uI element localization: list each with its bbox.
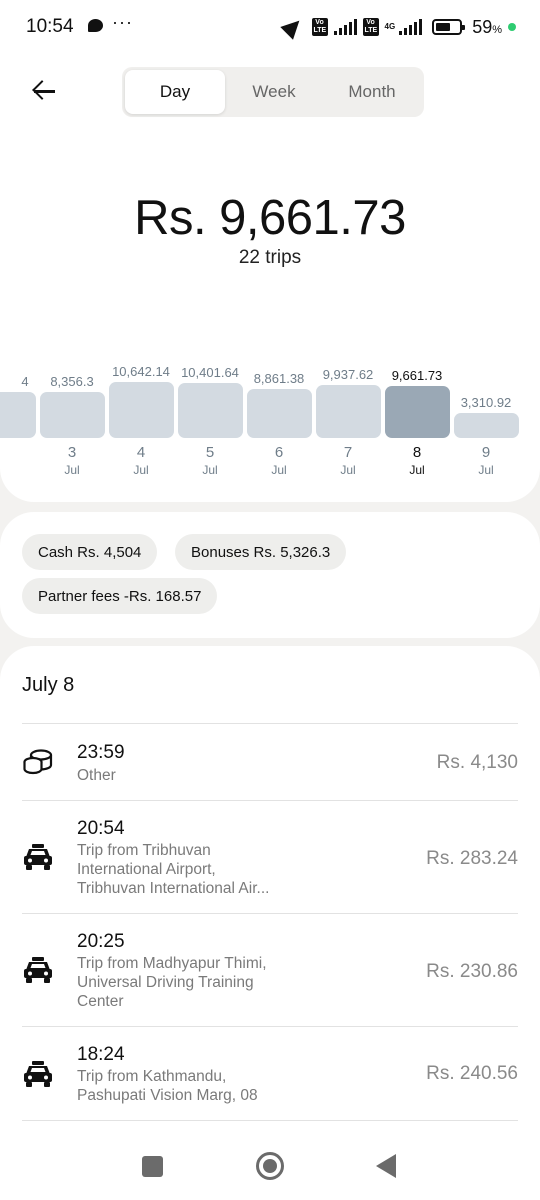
system-nav-bar xyxy=(0,1146,540,1200)
volte-icon: Vo LTE xyxy=(311,18,328,36)
item-desc-line: Other xyxy=(77,767,116,784)
item-desc-line: Tribhuvan International Air... xyxy=(77,880,270,897)
status-indicators: Vo LTE Vo LTE 4G 59% xyxy=(279,14,516,40)
chart-day-label: 5 xyxy=(205,444,215,461)
car-icon xyxy=(24,957,52,983)
breakdown-card: Cash Rs. 4,504 Bonuses Rs. 5,326.3 Partn… xyxy=(0,512,540,638)
tab-month[interactable]: Month xyxy=(323,70,421,114)
item-description: Trip from Madhyapur Thimi, Universal Dri… xyxy=(77,954,337,1011)
chart-month-label: Jul xyxy=(133,463,149,477)
earnings-summary-card: Day Week Month Rs. 9,661.73 22 trips 4 8,… xyxy=(0,54,540,502)
item-time: 23:59 xyxy=(77,742,125,763)
item-desc-line: Trip from Tribhuvan xyxy=(77,842,211,859)
chart-day-label: 4 xyxy=(136,444,146,461)
item-desc-line: Pashupati Vision Marg, 08 xyxy=(77,1087,258,1104)
tab-day[interactable]: Day xyxy=(125,70,225,114)
item-desc-line: Trip from Kathmandu, xyxy=(77,1068,227,1085)
item-time: 20:25 xyxy=(77,931,125,952)
transactions-card: July 8 23:59 Other Rs. 4,130 20:54 Trip … xyxy=(0,646,540,1146)
chip-partner-fees[interactable]: Partner fees -Rs. 168.57 xyxy=(22,578,218,614)
privacy-indicator-dot xyxy=(508,23,516,31)
item-description: Other xyxy=(77,766,337,785)
back-triangle-icon[interactable] xyxy=(376,1154,396,1178)
network-type: 4G xyxy=(384,22,396,31)
home-circle-icon[interactable] xyxy=(256,1152,284,1180)
item-amount: Rs. 283.24 xyxy=(426,848,518,869)
location-arrow-icon xyxy=(279,14,306,40)
chart-day-label: 9 xyxy=(481,444,491,461)
item-time: 18:24 xyxy=(77,1044,125,1065)
total-earnings: Rs. 9,661.73 xyxy=(134,191,406,245)
chart-bar[interactable] xyxy=(453,412,519,438)
chart-bar[interactable] xyxy=(315,384,381,438)
chart-bar[interactable] xyxy=(39,391,105,438)
item-desc-line: Universal Driving Training xyxy=(77,974,254,991)
chart-bar[interactable] xyxy=(0,391,36,438)
chart-bar-value: 3,310.92 xyxy=(460,394,512,410)
chat-bubble-icon xyxy=(88,19,103,32)
chart-month-label: Jul xyxy=(478,463,494,477)
chart-bar[interactable] xyxy=(177,383,243,438)
item-description: Trip from Kathmandu, Pashupati Vision Ma… xyxy=(77,1067,337,1105)
item-desc-line: Trip from Madhyapur Thimi, xyxy=(77,955,267,972)
chart-month-label: Jul xyxy=(64,463,80,477)
battery-icon xyxy=(432,19,466,35)
chart-month-label: Jul xyxy=(271,463,287,477)
item-amount: Rs. 240.56 xyxy=(426,1063,518,1084)
tab-week[interactable]: Week xyxy=(225,70,323,114)
chart-bar-value: 9,661.73 xyxy=(391,368,443,384)
battery-percent: 59% xyxy=(472,16,502,37)
more-notifications-icon: ··· xyxy=(112,12,133,32)
trip-count: 22 trips xyxy=(238,247,302,268)
status-time: 10:54 xyxy=(26,16,74,37)
arrow-left-head xyxy=(32,80,52,100)
chart-day-label: 3 xyxy=(67,444,77,461)
signal-bars-icon-2 xyxy=(399,19,423,35)
car-icon xyxy=(24,1061,52,1087)
chart-month-label: Jul xyxy=(409,463,425,477)
item-description: Trip from Tribhuvan International Airpor… xyxy=(77,841,337,898)
chip-bonuses[interactable]: Bonuses Rs. 5,326.3 xyxy=(175,534,347,570)
daily-earnings-chart: 4 8,356.3 3 Jul 10,642.14 4 Jul 10,401.64 5 Jul 8,… xyxy=(0,360,540,490)
list-item[interactable]: 23:59 Other Rs. 4,130 xyxy=(0,724,540,800)
item-amount: Rs. 4,130 xyxy=(436,752,518,773)
item-desc-line: International Airport, xyxy=(77,861,216,878)
coins-icon xyxy=(23,749,53,775)
chart-month-label: Jul xyxy=(202,463,218,477)
period-tabs: Day Week Month xyxy=(122,67,424,117)
list-item[interactable]: 20:54 Trip from Tribhuvan International … xyxy=(0,801,540,913)
recents-square-icon[interactable] xyxy=(142,1156,163,1177)
list-item[interactable]: 18:24 Trip from Kathmandu, Pashupati Vis… xyxy=(0,1027,540,1121)
list-date-heading: July 8 xyxy=(22,674,75,696)
car-icon xyxy=(24,844,52,870)
chart-day-label: 7 xyxy=(343,444,353,461)
chart-month-label: Jul xyxy=(340,463,356,477)
chart-bar[interactable] xyxy=(246,389,312,438)
chart-day-label: 8 xyxy=(412,444,422,461)
item-desc-line: Center xyxy=(77,993,124,1010)
list-item[interactable]: 20:25 Trip from Madhyapur Thimi, Univers… xyxy=(0,914,540,1026)
signal-bars-icon xyxy=(333,19,357,35)
chart-bar[interactable] xyxy=(384,386,450,438)
item-time: 20:54 xyxy=(77,818,125,839)
volte-icon-2: Vo LTE xyxy=(362,18,379,36)
chart-bar[interactable] xyxy=(108,382,174,438)
chip-cash[interactable]: Cash Rs. 4,504 xyxy=(22,534,158,570)
chart-day-label: 6 xyxy=(274,444,284,461)
status-bar: 10:54 ··· Vo LTE Vo LTE 4G 59% xyxy=(0,0,540,54)
item-amount: Rs. 230.86 xyxy=(426,961,518,982)
divider xyxy=(22,1120,518,1121)
back-button[interactable] xyxy=(22,76,66,106)
